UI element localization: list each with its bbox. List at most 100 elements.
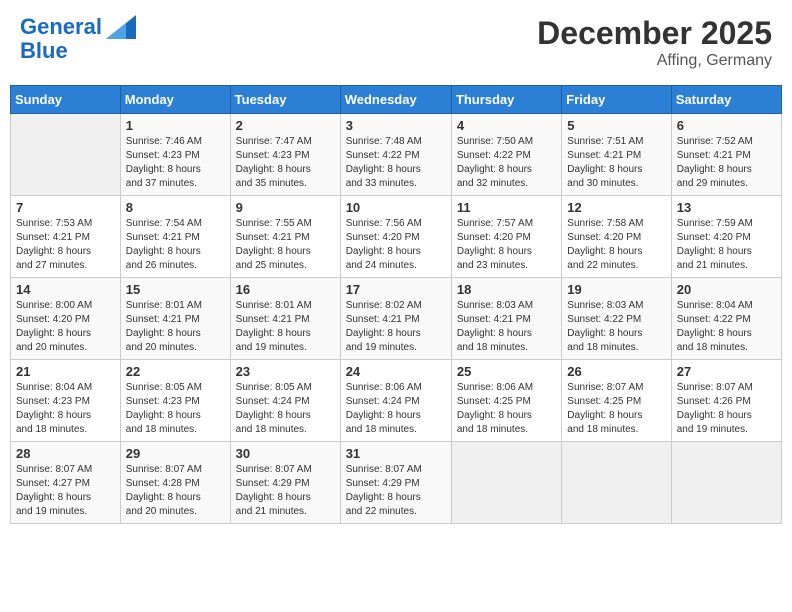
calendar-cell: 3 Sunrise: 7:48 AM Sunset: 4:22 PM Daylig… [340,114,451,196]
day-number: 20 [677,282,776,297]
weekday-header: Monday [120,86,230,114]
day-info: Sunrise: 7:47 AM Sunset: 4:23 PM Dayligh… [236,135,335,191]
day-number: 17 [346,282,446,297]
day-number: 11 [457,200,556,215]
weekday-header: Sunday [11,86,121,114]
calendar-cell: 14 Sunrise: 8:00 AM Sunset: 4:20 PM Dayli… [11,278,121,360]
day-number: 10 [346,200,446,215]
weekday-row: SundayMondayTuesdayWednesdayThursdayFrid… [11,86,782,114]
calendar: SundayMondayTuesdayWednesdayThursdayFrid… [10,85,782,524]
day-info: Sunrise: 8:00 AM Sunset: 4:20 PM Dayligh… [16,299,115,355]
calendar-cell: 22 Sunrise: 8:05 AM Sunset: 4:23 PM Dayli… [120,360,230,442]
day-info: Sunrise: 7:51 AM Sunset: 4:21 PM Dayligh… [567,135,665,191]
day-info: Sunrise: 8:03 AM Sunset: 4:22 PM Dayligh… [567,299,665,355]
day-info: Sunrise: 8:01 AM Sunset: 4:21 PM Dayligh… [236,299,335,355]
calendar-week-row: 28 Sunrise: 8:07 AM Sunset: 4:27 PM Dayli… [11,442,782,524]
day-info: Sunrise: 8:05 AM Sunset: 4:23 PM Dayligh… [126,381,225,437]
calendar-cell: 16 Sunrise: 8:01 AM Sunset: 4:21 PM Dayli… [230,278,340,360]
day-info: Sunrise: 8:07 AM Sunset: 4:29 PM Dayligh… [236,463,335,519]
calendar-cell: 20Sunrise: 8:04 AM Sunset: 4:22 PM Dayli… [671,278,781,360]
day-number: 4 [457,118,556,133]
calendar-cell [451,442,561,524]
calendar-cell: 23 Sunrise: 8:05 AM Sunset: 4:24 PM Dayli… [230,360,340,442]
day-number: 15 [126,282,225,297]
calendar-cell: 31 Sunrise: 8:07 AM Sunset: 4:29 PM Dayli… [340,442,451,524]
day-number: 2 [236,118,335,133]
calendar-week-row: 7 Sunrise: 7:53 AM Sunset: 4:21 PM Daylig… [11,196,782,278]
day-number: 7 [16,200,115,215]
day-info: Sunrise: 8:02 AM Sunset: 4:21 PM Dayligh… [346,299,446,355]
day-number: 22 [126,364,225,379]
calendar-week-row: 21Sunrise: 8:04 AM Sunset: 4:23 PM Dayli… [11,360,782,442]
day-info: Sunrise: 8:03 AM Sunset: 4:21 PM Dayligh… [457,299,556,355]
day-info: Sunrise: 7:52 AM Sunset: 4:21 PM Dayligh… [677,135,776,191]
day-number: 28 [16,446,115,461]
calendar-cell: 12 Sunrise: 7:58 AM Sunset: 4:20 PM Dayli… [562,196,671,278]
calendar-cell: 24Sunrise: 8:06 AM Sunset: 4:24 PM Dayli… [340,360,451,442]
calendar-cell: 29Sunrise: 8:07 AM Sunset: 4:28 PM Dayli… [120,442,230,524]
day-number: 12 [567,200,665,215]
calendar-cell: 6 Sunrise: 7:52 AM Sunset: 4:21 PM Daylig… [671,114,781,196]
day-info: Sunrise: 7:46 AM Sunset: 4:23 PM Dayligh… [126,135,225,191]
day-info: Sunrise: 8:05 AM Sunset: 4:24 PM Dayligh… [236,381,335,437]
calendar-cell [671,442,781,524]
calendar-body: 1 Sunrise: 7:46 AM Sunset: 4:23 PM Daylig… [11,114,782,524]
month-title: December 2025 [537,15,772,52]
calendar-cell: 27 Sunrise: 8:07 AM Sunset: 4:26 PM Dayli… [671,360,781,442]
weekday-header: Friday [562,86,671,114]
weekday-header: Thursday [451,86,561,114]
day-number: 5 [567,118,665,133]
day-info: Sunrise: 7:53 AM Sunset: 4:21 PM Dayligh… [16,217,115,273]
day-info: Sunrise: 8:07 AM Sunset: 4:27 PM Dayligh… [16,463,115,519]
header: General Blue December 2025 Affing, Germa… [10,10,782,75]
calendar-cell: 19 Sunrise: 8:03 AM Sunset: 4:22 PM Dayli… [562,278,671,360]
calendar-cell: 4 Sunrise: 7:50 AM Sunset: 4:22 PM Daylig… [451,114,561,196]
calendar-cell: 17 Sunrise: 8:02 AM Sunset: 4:21 PM Dayli… [340,278,451,360]
calendar-week-row: 14 Sunrise: 8:00 AM Sunset: 4:20 PM Dayli… [11,278,782,360]
day-number: 8 [126,200,225,215]
day-number: 19 [567,282,665,297]
calendar-cell: 13Sunrise: 7:59 AM Sunset: 4:20 PM Dayli… [671,196,781,278]
calendar-cell: 2 Sunrise: 7:47 AM Sunset: 4:23 PM Daylig… [230,114,340,196]
calendar-cell [11,114,121,196]
calendar-cell: 7 Sunrise: 7:53 AM Sunset: 4:21 PM Daylig… [11,196,121,278]
calendar-cell: 28 Sunrise: 8:07 AM Sunset: 4:27 PM Dayli… [11,442,121,524]
location: Affing, Germany [537,52,772,70]
day-number: 1 [126,118,225,133]
calendar-cell [562,442,671,524]
day-info: Sunrise: 7:50 AM Sunset: 4:22 PM Dayligh… [457,135,556,191]
day-info: Sunrise: 8:07 AM Sunset: 4:25 PM Dayligh… [567,381,665,437]
day-number: 13 [677,200,776,215]
weekday-header: Saturday [671,86,781,114]
day-number: 25 [457,364,556,379]
day-number: 30 [236,446,335,461]
day-info: Sunrise: 8:07 AM Sunset: 4:29 PM Dayligh… [346,463,446,519]
day-number: 27 [677,364,776,379]
calendar-cell: 5 Sunrise: 7:51 AM Sunset: 4:21 PM Daylig… [562,114,671,196]
calendar-week-row: 1 Sunrise: 7:46 AM Sunset: 4:23 PM Daylig… [11,114,782,196]
calendar-cell: 8Sunrise: 7:54 AM Sunset: 4:21 PM Daylig… [120,196,230,278]
day-number: 16 [236,282,335,297]
title-area: December 2025 Affing, Germany [537,15,772,70]
day-info: Sunrise: 7:48 AM Sunset: 4:22 PM Dayligh… [346,135,446,191]
day-info: Sunrise: 8:07 AM Sunset: 4:28 PM Dayligh… [126,463,225,519]
day-info: Sunrise: 7:55 AM Sunset: 4:21 PM Dayligh… [236,217,335,273]
logo: General Blue [20,15,138,63]
day-info: Sunrise: 7:56 AM Sunset: 4:20 PM Dayligh… [346,217,446,273]
day-number: 3 [346,118,446,133]
logo-icon [106,15,136,39]
day-info: Sunrise: 8:06 AM Sunset: 4:24 PM Dayligh… [346,381,446,437]
day-number: 23 [236,364,335,379]
logo-text: General [20,15,102,39]
day-number: 6 [677,118,776,133]
day-info: Sunrise: 8:07 AM Sunset: 4:26 PM Dayligh… [677,381,776,437]
day-number: 21 [16,364,115,379]
day-number: 9 [236,200,335,215]
day-info: Sunrise: 7:58 AM Sunset: 4:20 PM Dayligh… [567,217,665,273]
calendar-header: SundayMondayTuesdayWednesdayThursdayFrid… [11,86,782,114]
day-number: 31 [346,446,446,461]
day-info: Sunrise: 8:06 AM Sunset: 4:25 PM Dayligh… [457,381,556,437]
day-number: 18 [457,282,556,297]
day-number: 14 [16,282,115,297]
calendar-cell: 25 Sunrise: 8:06 AM Sunset: 4:25 PM Dayli… [451,360,561,442]
